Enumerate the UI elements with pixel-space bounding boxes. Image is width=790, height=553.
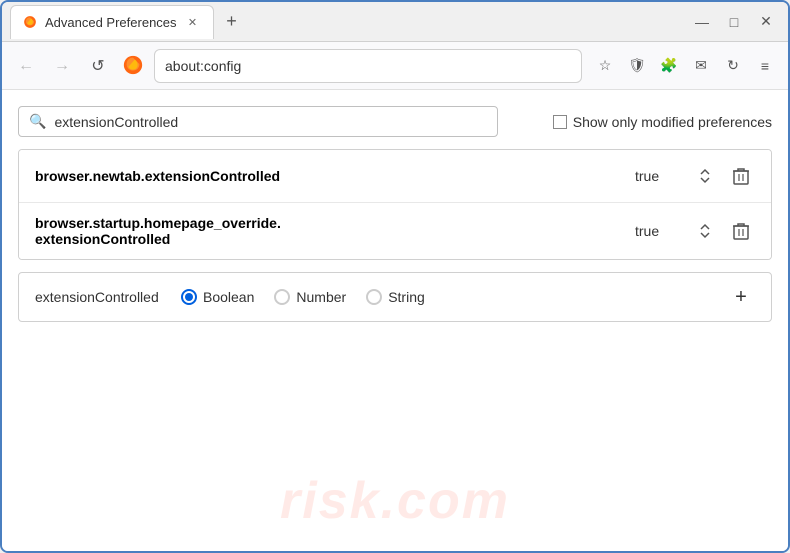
toggle-button[interactable] (691, 217, 719, 245)
radio-number[interactable]: Number (274, 289, 346, 305)
title-bar: Advanced Preferences ✕ + — □ ✕ (2, 2, 788, 42)
search-input-wrapper[interactable]: 🔍 (18, 106, 498, 137)
delete-button[interactable] (727, 217, 755, 245)
profile-icon[interactable]: ✉ (686, 51, 716, 81)
pref-name-line2: extensionControlled (35, 231, 619, 247)
radio-number-label: Number (296, 289, 346, 305)
radio-number-circle[interactable] (274, 289, 290, 305)
menu-icon[interactable]: ≡ (750, 51, 780, 81)
address-text: about:config (165, 58, 571, 74)
results-table: browser.newtab.extensionControlled true (18, 149, 772, 260)
add-preference-button[interactable]: + (727, 283, 755, 311)
radio-string-circle[interactable] (366, 289, 382, 305)
row-actions (691, 162, 755, 190)
bookmark-icon[interactable]: ☆ (590, 51, 620, 81)
row-actions (691, 217, 755, 245)
tab-favicon (23, 15, 37, 29)
browser-tab[interactable]: Advanced Preferences ✕ (10, 5, 214, 39)
radio-string[interactable]: String (366, 289, 425, 305)
pref-value: true (635, 223, 675, 239)
watermark: risk.com (280, 471, 510, 531)
firefox-logo (122, 54, 146, 78)
forward-button[interactable]: → (46, 50, 78, 82)
refresh-button[interactable]: ↺ (82, 50, 114, 82)
address-bar[interactable]: about:config (154, 49, 582, 83)
close-button[interactable]: ✕ (752, 8, 780, 36)
window-controls: — □ ✕ (688, 8, 780, 36)
pref-name: browser.newtab.extensionControlled (35, 168, 619, 184)
show-modified-option[interactable]: Show only modified preferences (553, 114, 772, 130)
tab-close-btn[interactable]: ✕ (185, 14, 201, 30)
pref-name-line1: browser.startup.homepage_override. (35, 215, 619, 231)
shield-icon[interactable]: 🛡 (622, 51, 652, 81)
new-pref-name: extensionControlled (35, 289, 165, 305)
table-row: browser.newtab.extensionControlled true (19, 150, 771, 203)
tab-label: Advanced Preferences (45, 15, 177, 30)
search-icon: 🔍 (29, 113, 46, 130)
sync-icon[interactable]: ↻ (718, 51, 748, 81)
nav-bar: ← → ↺ about:config ☆ 🛡 🧩 ✉ ↻ ≡ (2, 42, 788, 90)
new-tab-button[interactable]: + (218, 8, 246, 36)
delete-button[interactable] (727, 162, 755, 190)
minimize-button[interactable]: — (688, 8, 716, 36)
add-preference-row: extensionControlled Boolean Number Strin… (18, 272, 772, 322)
show-modified-checkbox[interactable] (553, 115, 567, 129)
search-bar: 🔍 Show only modified preferences (18, 106, 772, 137)
nav-toolbar-icons: ☆ 🛡 🧩 ✉ ↻ ≡ (590, 51, 780, 81)
search-input[interactable] (54, 114, 487, 130)
maximize-button[interactable]: □ (720, 8, 748, 36)
type-radio-group: Boolean Number String (181, 289, 711, 305)
table-row: browser.startup.homepage_override. exten… (19, 203, 771, 259)
pref-value: true (635, 168, 675, 184)
show-modified-label: Show only modified preferences (573, 114, 772, 130)
radio-string-label: String (388, 289, 425, 305)
radio-boolean[interactable]: Boolean (181, 289, 254, 305)
content-area: 🔍 Show only modified preferences browser… (2, 90, 788, 551)
back-button[interactable]: ← (10, 50, 42, 82)
toggle-button[interactable] (691, 162, 719, 190)
browser-window: Advanced Preferences ✕ + — □ ✕ ← → ↺ abo… (0, 0, 790, 553)
extension-icon[interactable]: 🧩 (654, 51, 684, 81)
radio-boolean-label: Boolean (203, 289, 254, 305)
radio-boolean-circle[interactable] (181, 289, 197, 305)
pref-name-multiline: browser.startup.homepage_override. exten… (35, 215, 619, 247)
